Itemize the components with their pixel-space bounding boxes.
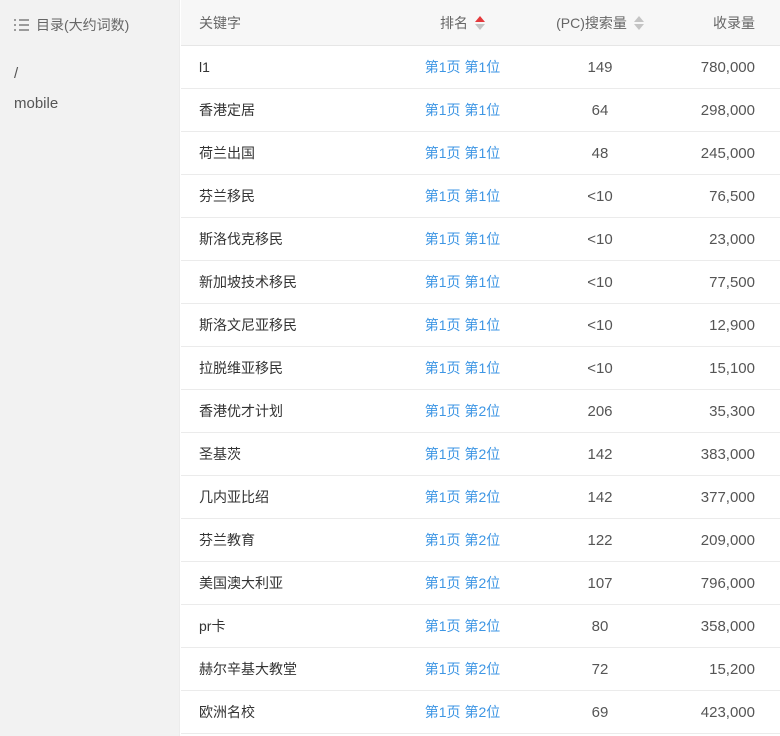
table-row: 欧洲名校 第1页 第2位 69 423,000	[181, 691, 780, 734]
keyword-cell: 美国澳大利亚	[181, 573, 405, 593]
pc-search-cell: 72	[520, 661, 680, 678]
table-row: 香港定居 第1页 第1位 64 298,000	[181, 89, 780, 132]
table-row: 香港优才计划 第1页 第2位 206 35,300	[181, 390, 780, 433]
rank-link[interactable]: 第1页 第2位	[425, 575, 500, 591]
index-cell: 35,300	[680, 403, 780, 420]
index-cell: 209,000	[680, 532, 780, 549]
table-row: 拉脱维亚移民 第1页 第1位 <10 15,100	[181, 347, 780, 390]
pc-search-cell: 64	[520, 102, 680, 119]
pc-search-cell: <10	[520, 360, 680, 377]
pc-search-sort-control[interactable]	[634, 16, 644, 30]
rank-link[interactable]: 第1页 第1位	[425, 188, 500, 204]
index-cell: 298,000	[680, 102, 780, 119]
index-cell: 12,900	[680, 317, 780, 334]
pc-search-cell: 48	[520, 145, 680, 162]
table-row: 芬兰教育 第1页 第2位 122 209,000	[181, 519, 780, 562]
index-cell: 358,000	[680, 618, 780, 635]
rank-link[interactable]: 第1页 第2位	[425, 446, 500, 462]
keyword-cell: 斯洛文尼亚移民	[181, 315, 405, 335]
keyword-table: 关键字 排名 (PC)搜索量 收录量 l1 第1页 第1位 149 780,00…	[181, 0, 780, 736]
rank-link[interactable]: 第1页 第2位	[425, 489, 500, 505]
rank-link[interactable]: 第1页 第1位	[425, 274, 500, 290]
rank-link[interactable]: 第1页 第1位	[425, 317, 500, 333]
pc-search-cell: 80	[520, 618, 680, 635]
keyword-cell: 拉脱维亚移民	[181, 358, 405, 378]
pc-search-cell: 69	[520, 704, 680, 721]
rank-link[interactable]: 第1页 第1位	[425, 102, 500, 118]
pc-search-cell: 107	[520, 575, 680, 592]
table-row: 几内亚比绍 第1页 第2位 142 377,000	[181, 476, 780, 519]
pc-search-cell: <10	[520, 274, 680, 291]
pc-search-cell: <10	[520, 317, 680, 334]
table-body: l1 第1页 第1位 149 780,000 香港定居 第1页 第1位 64 2…	[181, 46, 780, 734]
keyword-cell: 芬兰移民	[181, 186, 405, 206]
table-row: 斯洛文尼亚移民 第1页 第1位 <10 12,900	[181, 304, 780, 347]
keyword-cell: 几内亚比绍	[181, 487, 405, 507]
keyword-cell: 新加坡技术移民	[181, 272, 405, 292]
rank-link[interactable]: 第1页 第2位	[425, 532, 500, 548]
sort-asc-icon[interactable]	[634, 16, 644, 22]
index-cell: 780,000	[680, 59, 780, 76]
table-header-row: 关键字 排名 (PC)搜索量 收录量	[181, 0, 780, 46]
sort-asc-icon[interactable]	[475, 16, 485, 22]
index-cell: 76,500	[680, 188, 780, 205]
sort-desc-icon[interactable]	[475, 24, 485, 30]
keyword-cell: 香港优才计划	[181, 401, 405, 421]
column-header-index: 收录量	[680, 13, 780, 33]
table-row: pr卡 第1页 第2位 80 358,000	[181, 605, 780, 648]
table-row: 美国澳大利亚 第1页 第2位 107 796,000	[181, 562, 780, 605]
rank-link[interactable]: 第1页 第1位	[425, 360, 500, 376]
sidebar-item-root[interactable]: /	[0, 65, 179, 82]
table-row: 新加坡技术移民 第1页 第1位 <10 77,500	[181, 261, 780, 304]
directory-title: 目录(大约词数)	[36, 15, 129, 35]
table-row: l1 第1页 第1位 149 780,000	[181, 46, 780, 89]
rank-link[interactable]: 第1页 第1位	[425, 231, 500, 247]
keyword-cell: 香港定居	[181, 100, 405, 120]
directory-header: 目录(大约词数)	[0, 0, 179, 35]
index-cell: 245,000	[680, 145, 780, 162]
list-icon	[14, 19, 29, 31]
rank-link[interactable]: 第1页 第2位	[425, 403, 500, 419]
rank-link[interactable]: 第1页 第1位	[425, 145, 500, 161]
index-cell: 383,000	[680, 446, 780, 463]
pc-search-cell: 149	[520, 59, 680, 76]
rank-sort-control[interactable]	[475, 16, 485, 30]
index-cell: 23,000	[680, 231, 780, 248]
rank-link[interactable]: 第1页 第2位	[425, 704, 500, 720]
rank-link[interactable]: 第1页 第1位	[425, 59, 500, 75]
pc-search-cell: <10	[520, 188, 680, 205]
keyword-cell: l1	[181, 59, 405, 75]
table-row: 斯洛伐克移民 第1页 第1位 <10 23,000	[181, 218, 780, 261]
sidebar-item-mobile[interactable]: mobile	[0, 95, 179, 112]
index-cell: 77,500	[680, 274, 780, 291]
pc-search-cell: 122	[520, 532, 680, 549]
keyword-cell: 芬兰教育	[181, 530, 405, 550]
sort-desc-icon[interactable]	[634, 24, 644, 30]
directory-sidebar: 目录(大约词数) / mobile	[0, 0, 180, 736]
rank-link[interactable]: 第1页 第2位	[425, 661, 500, 677]
index-cell: 423,000	[680, 704, 780, 721]
index-cell: 377,000	[680, 489, 780, 506]
index-cell: 796,000	[680, 575, 780, 592]
table-row: 荷兰出国 第1页 第1位 48 245,000	[181, 132, 780, 175]
keyword-cell: pr卡	[181, 616, 405, 636]
table-row: 芬兰移民 第1页 第1位 <10 76,500	[181, 175, 780, 218]
keyword-cell: 荷兰出国	[181, 143, 405, 163]
pc-search-cell: 142	[520, 446, 680, 463]
keyword-cell: 欧洲名校	[181, 702, 405, 722]
index-cell: 15,200	[680, 661, 780, 678]
column-header-rank[interactable]: 排名	[405, 13, 520, 33]
rank-link[interactable]: 第1页 第2位	[425, 618, 500, 634]
pc-search-cell: 142	[520, 489, 680, 506]
pc-search-cell: 206	[520, 403, 680, 420]
keyword-cell: 圣基茨	[181, 444, 405, 464]
table-row: 赫尔辛基大教堂 第1页 第2位 72 15,200	[181, 648, 780, 691]
pc-search-cell: <10	[520, 231, 680, 248]
index-cell: 15,100	[680, 360, 780, 377]
column-header-keyword: 关键字	[181, 13, 405, 33]
table-row: 圣基茨 第1页 第2位 142 383,000	[181, 433, 780, 476]
keyword-cell: 赫尔辛基大教堂	[181, 659, 405, 679]
keyword-cell: 斯洛伐克移民	[181, 229, 405, 249]
column-header-pc-search[interactable]: (PC)搜索量	[520, 13, 680, 33]
